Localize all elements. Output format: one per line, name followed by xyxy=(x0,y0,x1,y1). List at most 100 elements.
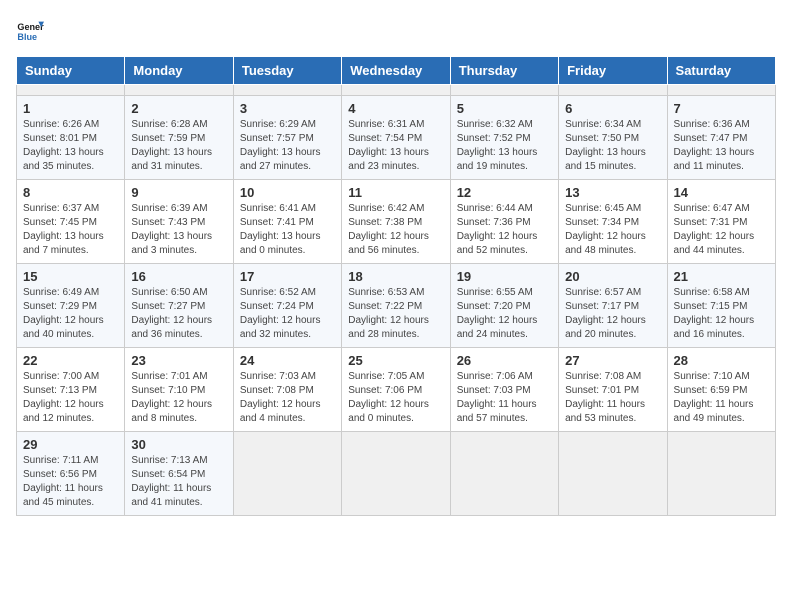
day-info: Sunrise: 7:06 AM Sunset: 7:03 PM Dayligh… xyxy=(457,370,552,426)
calendar-day-cell: 16 Sunrise: 6:50 AM Sunset: 7:27 PM Dayli… xyxy=(125,264,233,348)
day-number: 19 xyxy=(457,269,552,284)
day-number: 28 xyxy=(674,353,769,368)
calendar-day-cell: 28 Sunrise: 7:10 AM Sunset: 6:59 PM Dayli… xyxy=(667,348,775,432)
calendar-day-cell: 4 Sunrise: 6:31 AM Sunset: 7:54 PM Daylig… xyxy=(342,96,450,180)
day-number: 26 xyxy=(457,353,552,368)
logo: General Blue xyxy=(16,16,48,44)
day-of-week-header: Friday xyxy=(559,57,667,85)
day-number: 6 xyxy=(565,101,660,116)
calendar-day-cell: 12 Sunrise: 6:44 AM Sunset: 7:36 PM Dayli… xyxy=(450,180,558,264)
calendar-day-cell: 29 Sunrise: 7:11 AM Sunset: 6:56 PM Dayli… xyxy=(17,432,125,516)
day-info: Sunrise: 6:39 AM Sunset: 7:43 PM Dayligh… xyxy=(131,202,226,258)
calendar-day-cell: 17 Sunrise: 6:52 AM Sunset: 7:24 PM Dayli… xyxy=(233,264,341,348)
calendar-day-cell: 25 Sunrise: 7:05 AM Sunset: 7:06 PM Dayli… xyxy=(342,348,450,432)
day-number: 21 xyxy=(674,269,769,284)
day-info: Sunrise: 7:10 AM Sunset: 6:59 PM Dayligh… xyxy=(674,370,769,426)
day-number: 1 xyxy=(23,101,118,116)
day-info: Sunrise: 7:11 AM Sunset: 6:56 PM Dayligh… xyxy=(23,454,118,510)
calendar-day-cell: 9 Sunrise: 6:39 AM Sunset: 7:43 PM Daylig… xyxy=(125,180,233,264)
calendar-day-cell: 30 Sunrise: 7:13 AM Sunset: 6:54 PM Dayli… xyxy=(125,432,233,516)
day-number: 27 xyxy=(565,353,660,368)
calendar-day-cell: 19 Sunrise: 6:55 AM Sunset: 7:20 PM Dayli… xyxy=(450,264,558,348)
day-info: Sunrise: 6:44 AM Sunset: 7:36 PM Dayligh… xyxy=(457,202,552,258)
day-number: 8 xyxy=(23,185,118,200)
day-number: 12 xyxy=(457,185,552,200)
day-number: 29 xyxy=(23,437,118,452)
day-info: Sunrise: 7:13 AM Sunset: 6:54 PM Dayligh… xyxy=(131,454,226,510)
calendar-day-cell: 22 Sunrise: 7:00 AM Sunset: 7:13 PM Dayli… xyxy=(17,348,125,432)
day-number: 16 xyxy=(131,269,226,284)
day-info: Sunrise: 7:05 AM Sunset: 7:06 PM Dayligh… xyxy=(348,370,443,426)
calendar-day-cell xyxy=(667,85,775,96)
day-number: 3 xyxy=(240,101,335,116)
day-number: 4 xyxy=(348,101,443,116)
calendar-day-cell: 15Sunrise: 6:49 AM Sunset: 7:29 PM Dayli… xyxy=(17,264,125,348)
calendar-day-cell: 8 Sunrise: 6:37 AM Sunset: 7:45 PM Daylig… xyxy=(17,180,125,264)
calendar-day-cell xyxy=(342,432,450,516)
calendar-day-cell: 11 Sunrise: 6:42 AM Sunset: 7:38 PM Dayli… xyxy=(342,180,450,264)
day-info: Sunrise: 6:52 AM Sunset: 7:24 PM Dayligh… xyxy=(240,286,335,342)
calendar-day-cell: 18 Sunrise: 6:53 AM Sunset: 7:22 PM Dayli… xyxy=(342,264,450,348)
day-info: Sunrise: 6:45 AM Sunset: 7:34 PM Dayligh… xyxy=(565,202,660,258)
calendar-day-cell xyxy=(17,85,125,96)
day-info: Sunrise: 6:37 AM Sunset: 7:45 PM Dayligh… xyxy=(23,202,118,258)
day-number: 2 xyxy=(131,101,226,116)
day-of-week-header: Thursday xyxy=(450,57,558,85)
calendar-day-cell xyxy=(233,85,341,96)
day-info: Sunrise: 6:41 AM Sunset: 7:41 PM Dayligh… xyxy=(240,202,335,258)
day-of-week-header: Monday xyxy=(125,57,233,85)
day-number: 24 xyxy=(240,353,335,368)
day-number: 11 xyxy=(348,185,443,200)
calendar-day-cell: 23Sunrise: 7:01 AM Sunset: 7:10 PM Dayli… xyxy=(125,348,233,432)
day-info: Sunrise: 6:26 AM Sunset: 8:01 PM Dayligh… xyxy=(23,118,118,174)
calendar-day-cell xyxy=(667,432,775,516)
calendar-day-cell xyxy=(125,85,233,96)
calendar-day-cell: 7Sunrise: 6:36 AM Sunset: 7:47 PM Daylig… xyxy=(667,96,775,180)
day-info: Sunrise: 7:01 AM Sunset: 7:10 PM Dayligh… xyxy=(131,370,226,426)
calendar-week-row: 29 Sunrise: 7:11 AM Sunset: 6:56 PM Dayli… xyxy=(17,432,776,516)
calendar-week-row xyxy=(17,85,776,96)
day-number: 30 xyxy=(131,437,226,452)
calendar-day-cell: 10Sunrise: 6:41 AM Sunset: 7:41 PM Dayli… xyxy=(233,180,341,264)
calendar-day-cell xyxy=(233,432,341,516)
day-info: Sunrise: 6:31 AM Sunset: 7:54 PM Dayligh… xyxy=(348,118,443,174)
day-number: 7 xyxy=(674,101,769,116)
calendar-day-cell: 3 Sunrise: 6:29 AM Sunset: 7:57 PM Daylig… xyxy=(233,96,341,180)
day-info: Sunrise: 6:50 AM Sunset: 7:27 PM Dayligh… xyxy=(131,286,226,342)
day-info: Sunrise: 7:03 AM Sunset: 7:08 PM Dayligh… xyxy=(240,370,335,426)
svg-text:Blue: Blue xyxy=(17,32,37,42)
logo-icon: General Blue xyxy=(16,16,44,44)
day-info: Sunrise: 6:55 AM Sunset: 7:20 PM Dayligh… xyxy=(457,286,552,342)
day-info: Sunrise: 7:00 AM Sunset: 7:13 PM Dayligh… xyxy=(23,370,118,426)
day-number: 13 xyxy=(565,185,660,200)
day-info: Sunrise: 6:42 AM Sunset: 7:38 PM Dayligh… xyxy=(348,202,443,258)
day-info: Sunrise: 6:47 AM Sunset: 7:31 PM Dayligh… xyxy=(674,202,769,258)
calendar-day-cell: 20 Sunrise: 6:57 AM Sunset: 7:17 PM Dayli… xyxy=(559,264,667,348)
day-number: 25 xyxy=(348,353,443,368)
day-number: 17 xyxy=(240,269,335,284)
calendar-day-cell xyxy=(450,432,558,516)
calendar-day-cell: 2Sunrise: 6:28 AM Sunset: 7:59 PM Daylig… xyxy=(125,96,233,180)
day-number: 20 xyxy=(565,269,660,284)
day-info: Sunrise: 6:57 AM Sunset: 7:17 PM Dayligh… xyxy=(565,286,660,342)
calendar: SundayMondayTuesdayWednesdayThursdayFrid… xyxy=(16,56,776,516)
day-of-week-header: Sunday xyxy=(17,57,125,85)
day-info: Sunrise: 6:29 AM Sunset: 7:57 PM Dayligh… xyxy=(240,118,335,174)
day-number: 14 xyxy=(674,185,769,200)
calendar-day-cell xyxy=(450,85,558,96)
calendar-day-cell: 27Sunrise: 7:08 AM Sunset: 7:01 PM Dayli… xyxy=(559,348,667,432)
calendar-day-cell xyxy=(342,85,450,96)
day-number: 9 xyxy=(131,185,226,200)
day-info: Sunrise: 6:32 AM Sunset: 7:52 PM Dayligh… xyxy=(457,118,552,174)
header: General Blue xyxy=(16,16,776,44)
calendar-week-row: 8 Sunrise: 6:37 AM Sunset: 7:45 PM Daylig… xyxy=(17,180,776,264)
calendar-week-row: 1 Sunrise: 6:26 AM Sunset: 8:01 PM Daylig… xyxy=(17,96,776,180)
day-number: 5 xyxy=(457,101,552,116)
calendar-day-cell: 6Sunrise: 6:34 AM Sunset: 7:50 PM Daylig… xyxy=(559,96,667,180)
calendar-day-cell: 21Sunrise: 6:58 AM Sunset: 7:15 PM Dayli… xyxy=(667,264,775,348)
calendar-day-cell: 14 Sunrise: 6:47 AM Sunset: 7:31 PM Dayli… xyxy=(667,180,775,264)
day-number: 22 xyxy=(23,353,118,368)
day-number: 18 xyxy=(348,269,443,284)
day-info: Sunrise: 6:53 AM Sunset: 7:22 PM Dayligh… xyxy=(348,286,443,342)
calendar-header-row: SundayMondayTuesdayWednesdayThursdayFrid… xyxy=(17,57,776,85)
